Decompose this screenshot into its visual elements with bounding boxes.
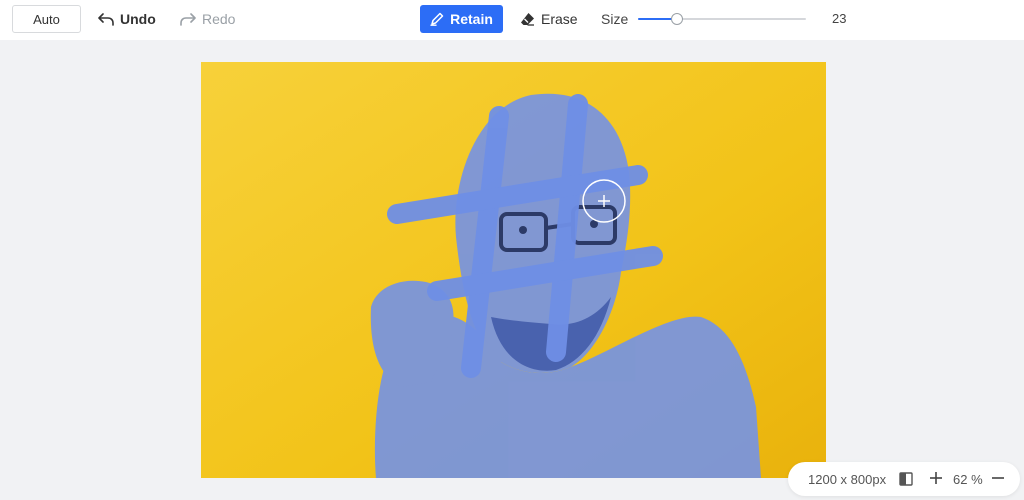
size-label: Size [601, 11, 629, 27]
image-dimensions: 1200 x 800px [808, 472, 887, 487]
redo-label: Redo [202, 11, 236, 27]
zoom-in-icon[interactable] [928, 470, 944, 486]
undo-arrow-icon [98, 13, 114, 26]
redo-arrow-icon [180, 13, 196, 26]
auto-button[interactable]: Auto [12, 5, 81, 33]
zoom-level: 62 % [953, 472, 983, 487]
zoom-out-icon[interactable] [990, 470, 1006, 486]
redo-button[interactable]: Redo [180, 5, 235, 33]
erase-label: Erase [541, 11, 578, 27]
brush-icon [430, 12, 444, 26]
brush-size-slider[interactable] [638, 12, 806, 26]
compare-icon[interactable] [899, 472, 913, 486]
undo-label: Undo [120, 11, 156, 27]
erase-button[interactable]: Erase [520, 5, 578, 33]
status-bar: 1200 x 800px 62 % [788, 462, 1020, 496]
undo-button[interactable]: Undo [98, 5, 156, 33]
retain-label: Retain [450, 11, 493, 27]
size-value: 23 [832, 11, 847, 26]
retain-button[interactable]: Retain [420, 5, 503, 33]
top-toolbar: Auto Undo Redo Retain Erase Size 23 [0, 0, 1024, 40]
slider-thumb[interactable] [671, 13, 683, 25]
edited-photo[interactable] [201, 62, 826, 478]
image-canvas[interactable] [201, 62, 826, 478]
eraser-icon [521, 13, 534, 26]
